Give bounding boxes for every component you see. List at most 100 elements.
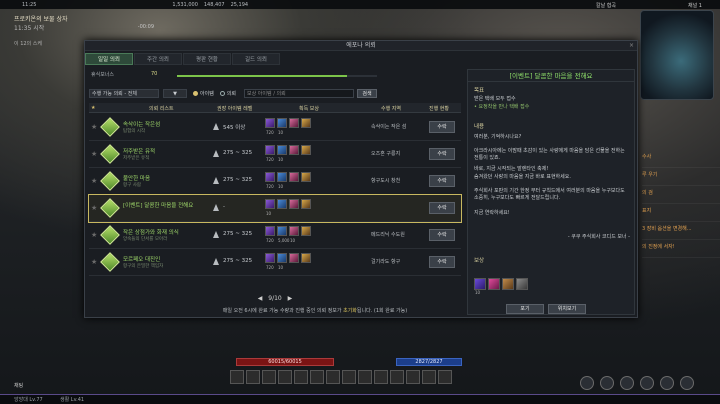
reward-icon[interactable]: 5,000 bbox=[277, 226, 289, 243]
accept-button[interactable]: 수락 bbox=[429, 121, 455, 133]
accept-button[interactable]: 수락 bbox=[429, 202, 455, 214]
skill-slot[interactable] bbox=[438, 370, 452, 384]
reward-gem-icon[interactable]: 10 bbox=[474, 278, 486, 295]
tab-weekly[interactable]: 주간 의뢰 bbox=[134, 53, 182, 65]
skill-slot[interactable] bbox=[374, 370, 388, 384]
tab-daily[interactable]: 일일 의뢰 bbox=[85, 53, 133, 65]
quest-level: 275 ~ 325 bbox=[223, 258, 253, 264]
reward-icon[interactable]: 10 bbox=[277, 145, 287, 162]
side-item[interactable]: 의 검 bbox=[642, 186, 720, 204]
accept-button[interactable]: 수락 bbox=[429, 256, 455, 268]
menu-icon[interactable] bbox=[660, 376, 674, 390]
skill-slot[interactable] bbox=[230, 370, 244, 384]
skill-slot[interactable] bbox=[342, 370, 356, 384]
skill-slot[interactable] bbox=[262, 370, 276, 384]
tab-guild[interactable]: 길드 의뢰 bbox=[232, 53, 280, 65]
quest-level: 275 ~ 325 bbox=[223, 150, 253, 156]
skill-slot[interactable] bbox=[406, 370, 420, 384]
next-page-icon[interactable]: ▶ bbox=[288, 295, 293, 302]
reward-icon[interactable]: 720 bbox=[265, 172, 275, 189]
menu-icon[interactable] bbox=[580, 376, 594, 390]
level-icon bbox=[213, 123, 219, 130]
reward-icon[interactable]: 10 bbox=[277, 253, 287, 270]
accept-button[interactable]: 수락 bbox=[429, 175, 455, 187]
prev-page-icon[interactable]: ◀ bbox=[258, 295, 263, 302]
menu-icon[interactable] bbox=[600, 376, 614, 390]
reward-icon[interactable]: 720 bbox=[265, 118, 275, 135]
side-item[interactable]: 루 우기 bbox=[642, 168, 720, 186]
abandon-button[interactable]: 포기 bbox=[506, 304, 544, 314]
skill-slot[interactable] bbox=[358, 370, 372, 384]
skill-slot[interactable] bbox=[246, 370, 260, 384]
side-item[interactable]: 표지 bbox=[642, 204, 720, 222]
reward-icon[interactable] bbox=[289, 145, 299, 155]
reward-box-icon[interactable] bbox=[502, 278, 514, 290]
skill-slot[interactable] bbox=[422, 370, 436, 384]
favorite-star-icon[interactable]: ★ bbox=[91, 258, 99, 266]
side-item[interactable]: 의 진정에 서자! bbox=[642, 240, 720, 258]
reward-heart-icon[interactable] bbox=[488, 278, 500, 290]
radio-dot-icon bbox=[193, 90, 198, 96]
reward-icon[interactable]: 10 bbox=[277, 172, 287, 189]
accept-button[interactable]: 수락 bbox=[429, 229, 455, 241]
reward-icon[interactable]: 10 bbox=[289, 226, 299, 243]
reward-icon[interactable]: 720 bbox=[265, 253, 275, 270]
favorite-star-icon[interactable]: ★ bbox=[91, 204, 99, 212]
reward-icon[interactable] bbox=[301, 226, 311, 236]
table-row[interactable]: ★ [이벤트] 달콤한 마음을 전해요 - 10 수락 bbox=[88, 194, 462, 223]
search-button[interactable]: 검색 bbox=[357, 88, 378, 98]
tab-reputation[interactable]: 평판 현황 bbox=[183, 53, 231, 65]
favorite-star-icon[interactable]: ★ bbox=[91, 177, 99, 185]
skill-slot[interactable] bbox=[310, 370, 324, 384]
table-row[interactable]: ★ 불안한 마음 항구 사람 275 ~ 325 720 10 항구도시 창천 수락 bbox=[89, 168, 461, 195]
menu-icon[interactable] bbox=[680, 376, 694, 390]
locate-button[interactable]: 위치보기 bbox=[548, 304, 586, 314]
radio-item[interactable]: 아이템 bbox=[193, 90, 214, 97]
favorite-star-icon[interactable]: ★ bbox=[91, 123, 99, 131]
quest-tracker[interactable]: 프로키온의 보물 상자 11:35 시작 -00:09 bbox=[14, 14, 154, 32]
reward-icon[interactable] bbox=[301, 172, 311, 182]
table-row[interactable]: ★ 저주받은 유적 저주받은 유적 275 ~ 325 720 10 오즈혼 구릉지 수락 bbox=[89, 141, 461, 168]
reward-icon[interactable]: 10 bbox=[277, 118, 287, 135]
chevron-down-icon[interactable]: ▼ bbox=[163, 88, 187, 98]
table-row[interactable]: ★ 모르페오 대진인 항구의 은밀한 책임자 275 ~ 325 720 10 걸기라도 항… bbox=[89, 249, 461, 276]
reward-icon[interactable] bbox=[301, 253, 311, 263]
favorite-star-icon[interactable]: ★ bbox=[91, 231, 99, 239]
reward-icon[interactable] bbox=[289, 118, 299, 128]
skill-slot[interactable] bbox=[326, 370, 340, 384]
reward-icon[interactable]: 720 bbox=[265, 145, 275, 162]
radio-quest[interactable]: 의뢰 bbox=[219, 90, 236, 97]
quest-detail-panel: [이벤트] 달콤한 마음을 전해요 목표 받은 택배 모두 접수 • 요정착을 … bbox=[467, 69, 635, 315]
menu-icon[interactable] bbox=[640, 376, 654, 390]
reward-icon[interactable] bbox=[277, 199, 287, 209]
reward-icon[interactable] bbox=[301, 118, 311, 128]
minimap-channel[interactable]: 채널 1 bbox=[688, 2, 702, 9]
skill-slot[interactable] bbox=[390, 370, 404, 384]
search-input[interactable]: 보상 아이템 / 의뢰 bbox=[244, 88, 355, 98]
favorite-star-icon[interactable]: ★ bbox=[91, 150, 99, 158]
side-item[interactable]: 수사 bbox=[642, 150, 720, 168]
minimap[interactable] bbox=[640, 10, 714, 100]
header-level: 권장 아이템 레벨 bbox=[217, 106, 253, 112]
skill-slot[interactable] bbox=[294, 370, 308, 384]
table-row[interactable]: ★ 작은 상점가와 화재 의식 앙숙들의 단서를 모아라 275 ~ 325 720 5,… bbox=[89, 222, 461, 249]
chat-label[interactable]: 채팅 bbox=[14, 382, 23, 389]
reward-icon[interactable] bbox=[301, 145, 311, 155]
close-icon[interactable]: × bbox=[629, 41, 634, 51]
reward-icon[interactable]: 10 bbox=[265, 199, 275, 216]
reward-icon[interactable] bbox=[289, 253, 299, 263]
skill-slot[interactable] bbox=[278, 370, 292, 384]
reward-icon[interactable]: 720 bbox=[265, 226, 275, 243]
reward-icon[interactable] bbox=[289, 199, 299, 209]
table-row[interactable]: ★ 속삭이는 작은섬 탐험의 시작 545 이상 720 10 속삭이는 작은 섬 수락 bbox=[89, 114, 461, 141]
accept-button[interactable]: 수락 bbox=[429, 148, 455, 160]
reward-item-icon[interactable] bbox=[516, 278, 528, 290]
reward-icon[interactable] bbox=[301, 199, 311, 209]
star-icon[interactable]: ★ bbox=[91, 105, 95, 111]
side-item[interactable]: 3 장비 옵션을 변경해... bbox=[642, 222, 720, 240]
list-header: ★ 의뢰 리스트 권장 아이템 레벨 획득 보상 수행 지역 진행 현황 bbox=[89, 103, 461, 113]
reward-icon[interactable] bbox=[289, 172, 299, 182]
reward-qty: 720 bbox=[266, 157, 274, 162]
menu-icon[interactable] bbox=[620, 376, 634, 390]
quest-filter-select[interactable]: 수행 가능 의뢰 - 전체 bbox=[89, 88, 159, 98]
